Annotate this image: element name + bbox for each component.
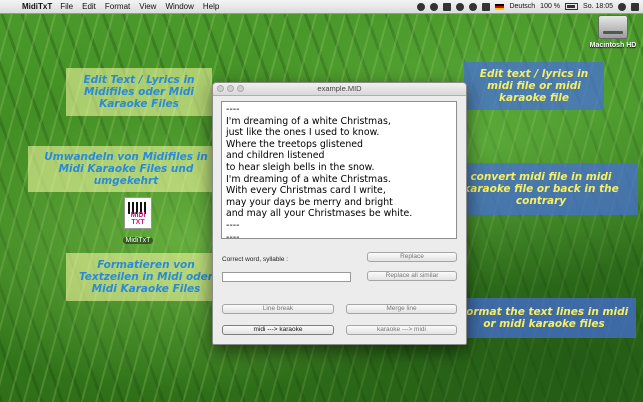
close-window-icon[interactable]: [217, 85, 224, 92]
callout-format-en: Format the text lines in midi or midi ka…: [452, 298, 636, 338]
hard-drive-icon: [598, 15, 628, 39]
callout-convert-en: convert midi file in midi karaoke file o…: [444, 163, 638, 215]
karaoke-to-midi-button[interactable]: karaoke ---> midi: [346, 325, 457, 335]
callout-convert-de: Umwandeln von Midifiles in Midi Karaoke …: [28, 146, 224, 192]
midi-to-karaoke-button[interactable]: midi ---> karaoke: [222, 325, 334, 335]
correct-word-label: Correct word, syllable :: [222, 256, 289, 263]
spotlight-icon[interactable]: [618, 2, 626, 11]
clock[interactable]: So. 18:05: [583, 3, 613, 10]
menu-window[interactable]: Window: [165, 2, 193, 11]
window-controls: [217, 85, 244, 92]
lyrics-text-area[interactable]: ---- I'm dreaming of a white Christmas, …: [221, 101, 457, 239]
timemachine-icon[interactable]: [443, 2, 452, 11]
desktop-hard-drive[interactable]: Macintosh HD: [588, 15, 638, 49]
status-area: Deutsch 100 % So. 18:05: [417, 0, 639, 13]
wifi-icon[interactable]: [469, 2, 478, 11]
battery-percent[interactable]: 100 %: [540, 3, 560, 10]
callout-edit-text-en: Edit text / lyrics in midi file or midi …: [464, 62, 604, 110]
hard-drive-label: Macintosh HD: [589, 42, 637, 49]
merge-line-button[interactable]: Merge line: [346, 304, 457, 314]
minimize-window-icon[interactable]: [227, 85, 234, 92]
app-icon-label: MidiTxT: [122, 237, 154, 244]
bluetooth-icon[interactable]: [456, 2, 465, 11]
menu-view[interactable]: View: [139, 2, 156, 11]
battery-icon[interactable]: [565, 3, 579, 10]
desktop-app-icon[interactable]: MIDI TXT MidiTxT: [118, 197, 158, 247]
document-window: example.MID ---- I'm dreaming of a white…: [212, 82, 467, 345]
menu-bar: MidiTxT File Edit Format View Window Hel…: [0, 0, 643, 14]
callout-format-de: Formatieren von Textzeilen in Midi oder …: [66, 253, 226, 301]
volume-icon[interactable]: [482, 2, 491, 11]
notification-center-icon[interactable]: [631, 2, 639, 11]
replace-button[interactable]: Replace: [367, 252, 457, 262]
input-language[interactable]: Deutsch: [509, 3, 535, 10]
callout-edit-text-de: Edit Text / Lyrics in Midifiles oder Mid…: [66, 68, 212, 116]
menu-edit[interactable]: Edit: [82, 2, 96, 11]
app-menu[interactable]: MidiTxT: [22, 2, 52, 11]
menu-format[interactable]: Format: [105, 2, 130, 11]
window-titlebar[interactable]: example.MID: [213, 83, 466, 96]
sync-icon[interactable]: [430, 2, 439, 11]
menu-extra-icon[interactable]: [417, 2, 426, 11]
zoom-window-icon[interactable]: [237, 85, 244, 92]
window-title: example.MID: [317, 84, 362, 93]
line-break-button[interactable]: Line break: [222, 304, 334, 314]
miditxt-app-icon: MIDI TXT: [124, 197, 152, 229]
flag-icon: [495, 3, 505, 10]
menu-file[interactable]: File: [60, 2, 73, 11]
correct-word-input[interactable]: [222, 272, 351, 282]
replace-all-similar-button[interactable]: Replace all similar: [367, 271, 457, 281]
menu-help[interactable]: Help: [203, 2, 219, 11]
app-icon-text: MIDI TXT: [130, 212, 146, 226]
